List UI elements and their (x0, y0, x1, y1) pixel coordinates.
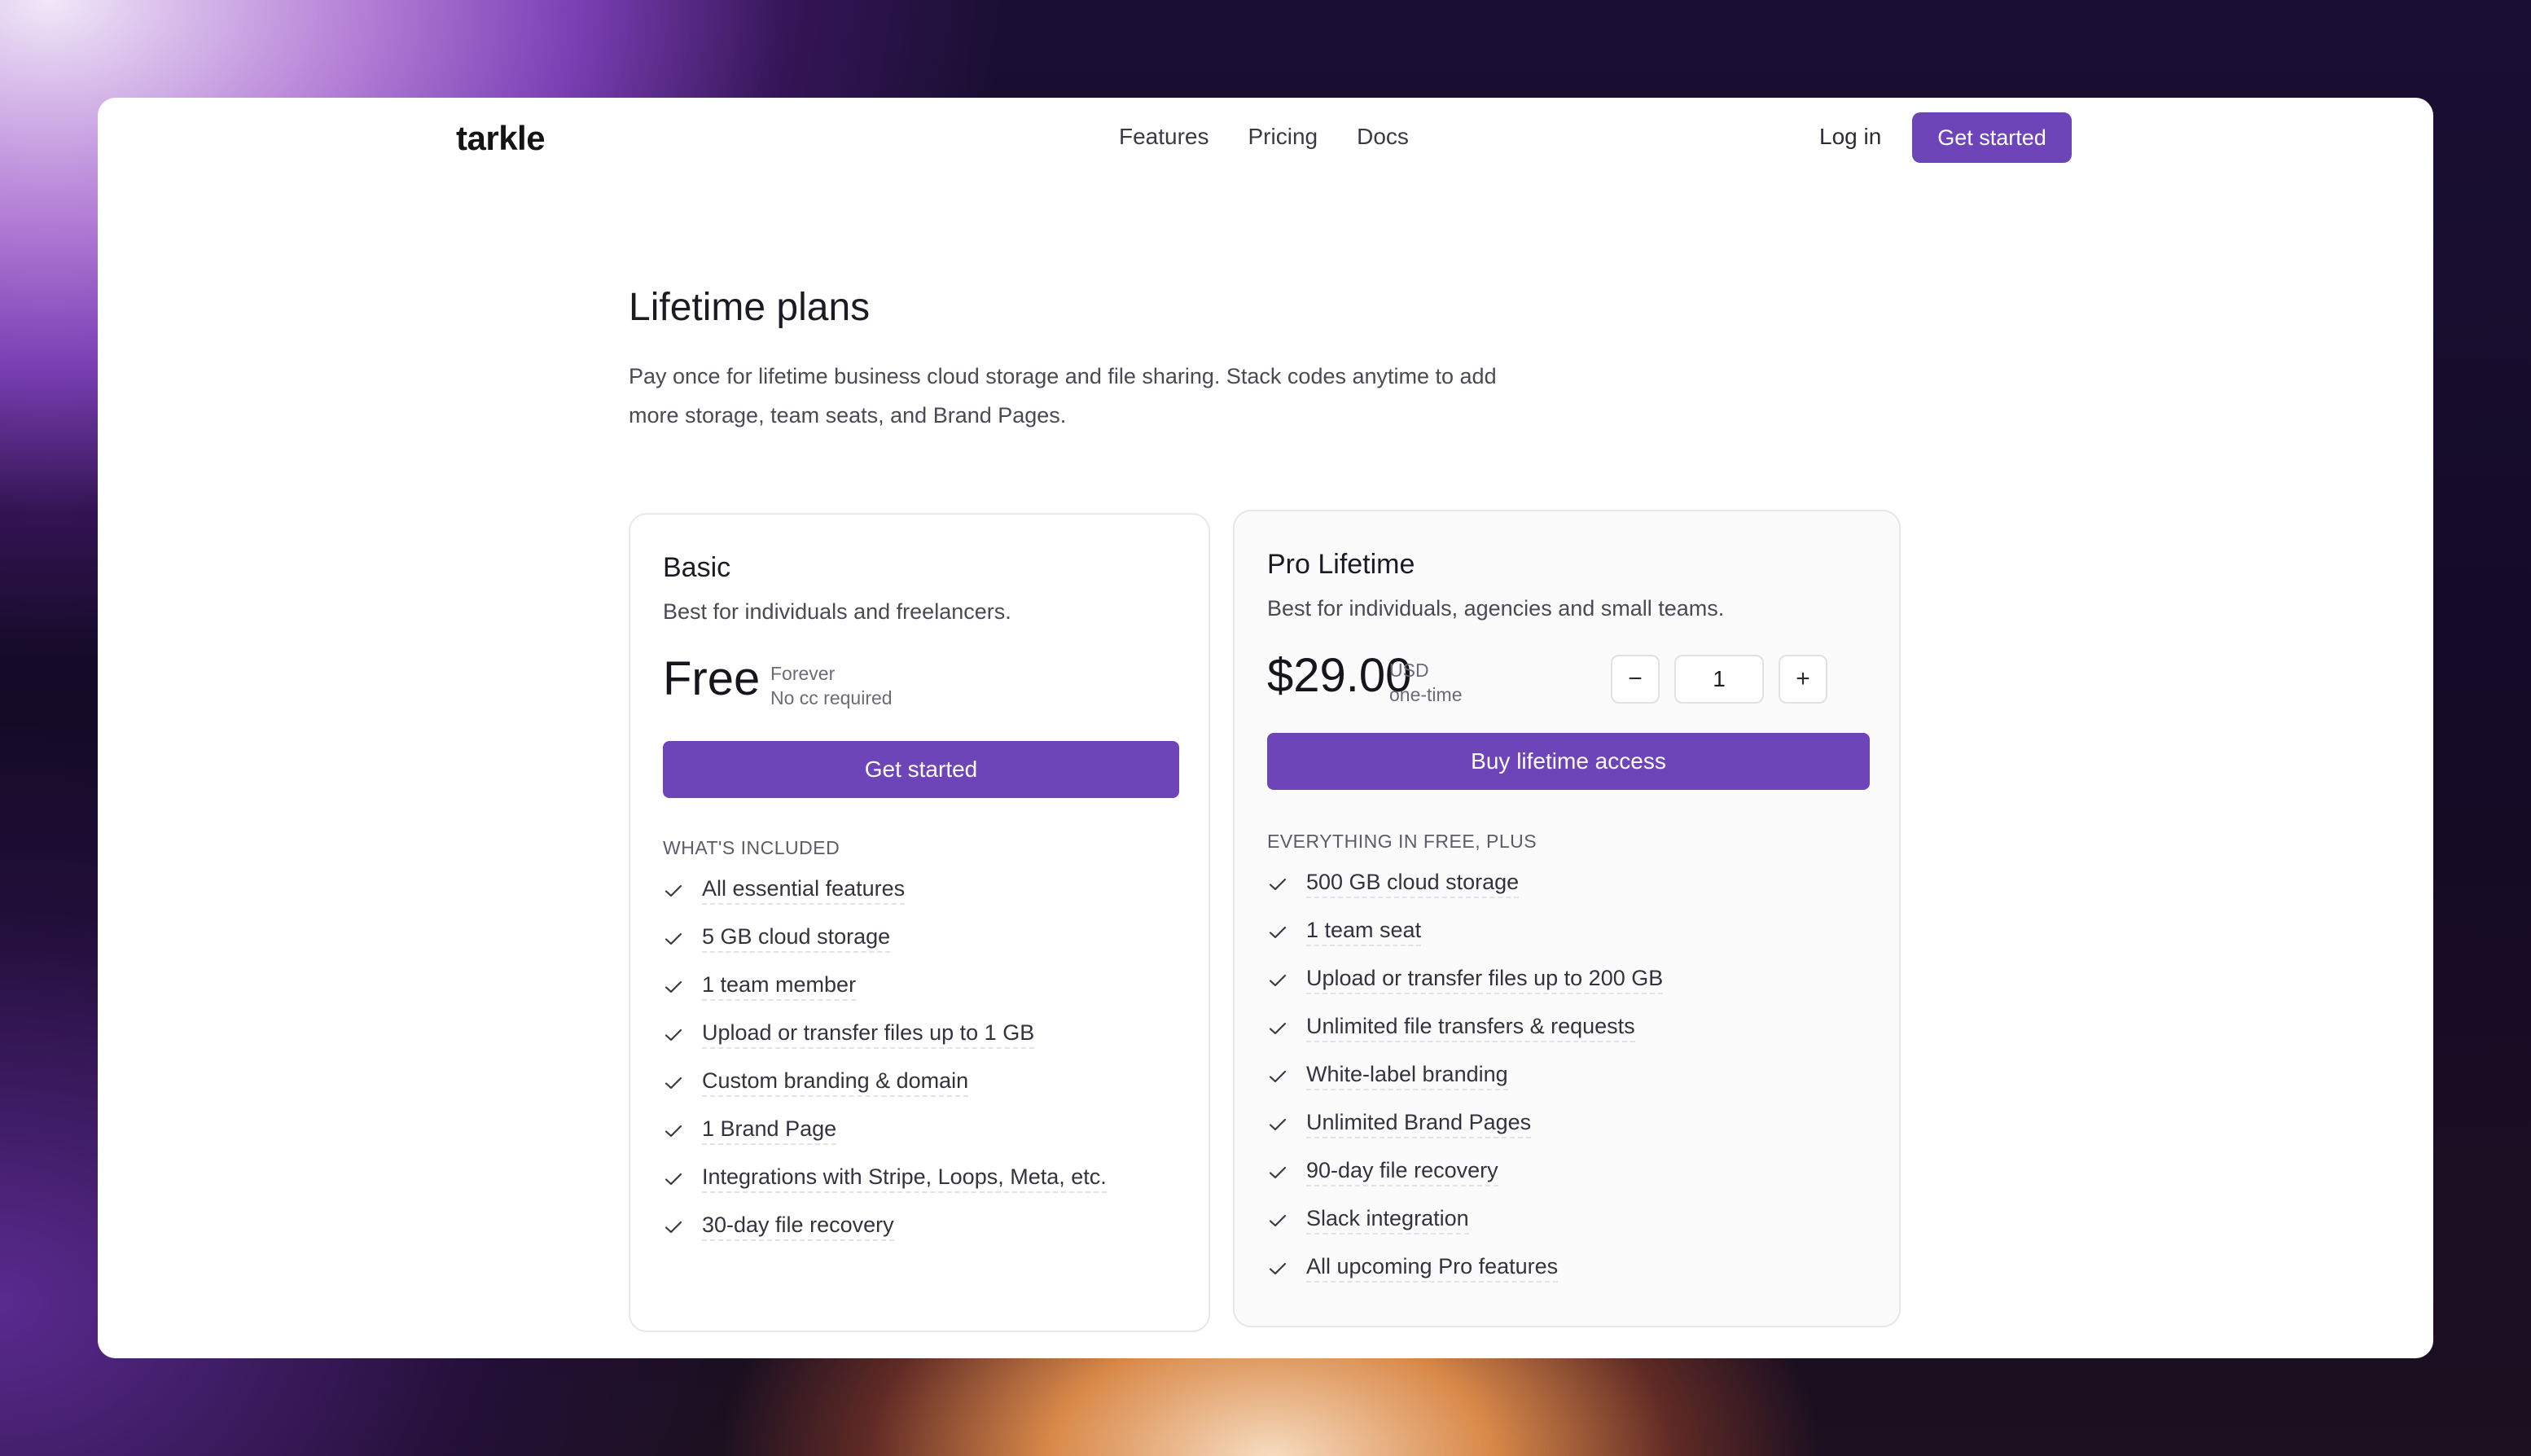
plan-price: Free (663, 652, 761, 705)
check-icon (665, 1173, 682, 1185)
check-icon (1269, 1070, 1287, 1082)
plan-card-pro: Pro Lifetime Best for individuals, agenc… (1233, 510, 1901, 1327)
nav-get-started-button[interactable]: Get started (1912, 112, 2072, 163)
feature-text: 1 team seat (1306, 918, 1422, 946)
feature-text: Slack integration (1306, 1206, 1469, 1235)
plan-name: Basic (663, 552, 731, 583)
nav-links: Features Pricing Docs (1119, 124, 1409, 150)
check-icon (665, 1077, 682, 1089)
feature-text: 30-day file recovery (702, 1213, 894, 1241)
check-icon (665, 980, 682, 993)
feature-list: 500 GB cloud storage 1 team seat Upload or… (1267, 860, 1664, 1292)
decrement-button[interactable]: − (1611, 655, 1660, 704)
section-label: EVERYTHING IN FREE, PLUS (1267, 831, 1537, 852)
feature-text: White-label branding (1306, 1062, 1508, 1090)
feature-text: Unlimited file transfers & requests (1306, 1014, 1635, 1042)
feature-text: Unlimited Brand Pages (1306, 1110, 1532, 1138)
plan-subtitle: Best for individuals, agencies and small… (1267, 596, 1725, 621)
feature-text: 5 GB cloud storage (702, 924, 891, 953)
price-meta-line-1: USD (1389, 660, 1429, 681)
check-icon (1269, 1262, 1287, 1274)
price-meta-line-1: Forever (770, 663, 836, 684)
buy-lifetime-button[interactable]: Buy lifetime access (1267, 733, 1870, 790)
feature-item: Upload or transfer files up to 1 GB (663, 1011, 1107, 1059)
check-icon (1269, 1166, 1287, 1178)
top-nav: tarkle Features Pricing Docs Log in Get … (98, 98, 2433, 179)
check-icon (1269, 974, 1287, 986)
feature-item: Slack integration (1267, 1196, 1663, 1244)
feature-item: All essential features (663, 866, 1107, 914)
feature-item: White-label branding (1267, 1052, 1663, 1100)
check-icon (665, 1125, 682, 1137)
nav-link-docs[interactable]: Docs (1357, 124, 1409, 150)
feature-item: Integrations with Stripe, Loops, Meta, e… (663, 1155, 1107, 1203)
plan-card-basic: Basic Best for individuals and freelance… (629, 513, 1210, 1332)
check-icon (665, 884, 682, 897)
quantity-stepper: − + (1611, 655, 1827, 704)
feature-text: 1 team member (702, 972, 857, 1001)
quantity-input[interactable] (1674, 655, 1764, 704)
check-icon (665, 1028, 682, 1041)
login-link[interactable]: Log in (1819, 124, 1881, 150)
feature-text: Integrations with Stripe, Loops, Meta, e… (702, 1164, 1107, 1193)
price-meta: USD one-time (1389, 658, 1462, 707)
feature-item: 30-day file recovery (663, 1203, 1107, 1251)
check-icon (665, 1221, 682, 1233)
browser-window: tarkle Features Pricing Docs Log in Get … (98, 98, 2433, 1358)
plan-subtitle: Best for individuals and freelancers. (663, 599, 1011, 624)
feature-item: All upcoming Pro features (1267, 1244, 1663, 1292)
feature-list: All essential features 5 GB cloud storage… (663, 866, 1107, 1251)
feature-item: 1 team member (663, 963, 1107, 1011)
check-icon (665, 932, 682, 945)
check-icon (1269, 1118, 1287, 1130)
feature-text: Upload or transfer files up to 1 GB (702, 1020, 1035, 1049)
page-description: Pay once for lifetime business cloud sto… (629, 364, 1497, 428)
price-meta: Forever No cc required (770, 661, 893, 710)
check-icon (1269, 926, 1287, 938)
feature-text: All essential features (702, 876, 906, 905)
check-icon (1269, 1214, 1287, 1226)
feature-text: Upload or transfer files up to 200 GB (1306, 966, 1664, 994)
page-title: Lifetime plans (629, 286, 871, 329)
feature-item: Unlimited file transfers & requests (1267, 1004, 1663, 1052)
feature-text: 1 Brand Page (702, 1116, 837, 1145)
get-started-button[interactable]: Get started (663, 741, 1179, 798)
feature-item: Upload or transfer files up to 200 GB (1267, 956, 1664, 1004)
price-meta-line-2: one-time (1389, 684, 1463, 705)
feature-item: 1 team seat (1267, 908, 1663, 956)
price-meta-line-2: No cc required (770, 687, 893, 708)
nav-link-pricing[interactable]: Pricing (1248, 124, 1318, 150)
feature-item: Custom branding & domain (663, 1059, 1107, 1107)
feature-text: Custom branding & domain (702, 1068, 969, 1097)
section-label: WHAT'S INCLUDED (663, 837, 840, 858)
nav-link-features[interactable]: Features (1119, 124, 1209, 150)
feature-item: 90-day file recovery (1267, 1148, 1663, 1196)
feature-item: 5 GB cloud storage (663, 914, 1107, 963)
feature-text: 90-day file recovery (1306, 1158, 1498, 1186)
plus-fab-button[interactable] (2424, 1345, 2433, 1358)
feature-text: All upcoming Pro features (1306, 1254, 1559, 1283)
check-icon (1269, 878, 1287, 890)
increment-button[interactable]: + (1779, 655, 1827, 704)
plan-name: Pro Lifetime (1267, 549, 1415, 580)
feature-item: 1 Brand Page (663, 1107, 1107, 1155)
logo[interactable]: tarkle (456, 119, 546, 158)
feature-item: Unlimited Brand Pages (1267, 1100, 1663, 1148)
feature-text: 500 GB cloud storage (1306, 870, 1520, 898)
check-icon (1269, 1022, 1287, 1034)
feature-item: 500 GB cloud storage (1267, 860, 1663, 908)
